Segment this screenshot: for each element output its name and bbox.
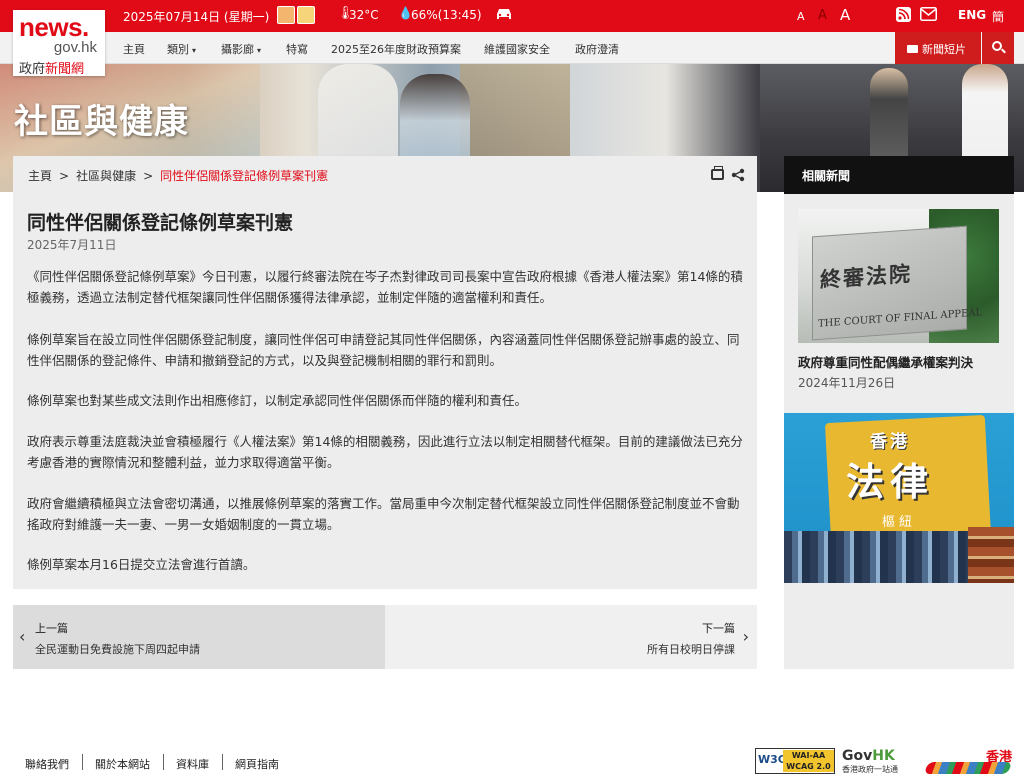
article-paragraph: 政府會繼續積極與立法會密切溝通，以推展條例草案的落實工作。當局重申今次制定替代框…	[27, 496, 740, 532]
breadcrumb-separator: >	[143, 169, 154, 183]
govhk-logo[interactable]: GovHK 香港政府一站通	[842, 748, 912, 774]
top-utility-bar: 2025年07月14日 (星期一) 🌡 32°C 💧 66%(13:45) A …	[0, 0, 1024, 32]
print-icon[interactable]	[711, 166, 724, 180]
article-paragraph: 《同性伴侶關係登記條例草案》今日刊憲，以履行終審法院在岑子杰對律政司司長案中宣告…	[27, 269, 743, 305]
nav-item-features[interactable]: 特寫	[286, 41, 308, 57]
related-news-image[interactable]: 終審法院 THE COURT OF FINAL APPEAL	[798, 209, 999, 343]
nav-item-gallery[interactable]: 攝影廊 ▾	[221, 41, 261, 57]
footer-divider	[222, 754, 223, 770]
banner-text-hongkong: 香港	[870, 432, 910, 452]
related-news-title[interactable]: 政府尊重同性配偶繼承權案判決	[798, 352, 973, 371]
article-date: 2025年7月11日	[27, 238, 117, 252]
footer-link-contact[interactable]: 聯絡我們	[25, 756, 69, 772]
temperature-value: 32°C	[349, 8, 379, 22]
site-logo[interactable]: news. gov.hk 政府新聞網	[13, 10, 105, 77]
rss-icon[interactable]	[896, 7, 911, 22]
article-paragraph: 條例草案旨在設立同性伴侶關係登記制度，讓同性伴侶可申請登記其同性伴侶關係，內容涵…	[27, 332, 740, 368]
previous-label: 上一篇	[35, 622, 68, 635]
law-books-illustration	[968, 527, 1014, 583]
footer-link-about[interactable]: 關於本網站	[95, 756, 150, 772]
footer-link-guide[interactable]: 網頁指南	[235, 756, 279, 772]
logo-text-chinese: 政府新聞網	[19, 62, 85, 77]
nav-item-label: 攝影廊	[221, 43, 254, 56]
next-article-link[interactable]: 下一篇 所有日校明日停課 ›	[385, 605, 757, 669]
breadcrumb-home[interactable]: 主頁	[28, 169, 52, 183]
related-news-sidebar: 相關新聞 終審法院 THE COURT OF FINAL APPEAL 政府尊重…	[784, 156, 1014, 669]
related-news-image[interactable]: 香港 法律 樞紐	[784, 413, 1014, 583]
article-panel: 主頁 > 社區與健康 > 同性伴侶關係登記條例草案刊憲 同性伴侶關係登記條例草案刊憲 2…	[13, 156, 757, 589]
main-navigation: 主頁 類別 ▾ 攝影廊 ▾ 特寫 2025至26年度財政預算案 維護國家安全 政府澄…	[0, 32, 1024, 64]
w3c-logo: W3C	[758, 753, 786, 766]
brand-hongkong-logo[interactable]: 香港	[922, 746, 1014, 776]
font-size-medium-button[interactable]: A	[818, 8, 827, 23]
breadcrumb-current[interactable]: 同性伴侶關係登記條例草案刊憲	[160, 169, 328, 183]
chevron-left-icon: ‹	[19, 627, 26, 646]
nav-item-national-security[interactable]: 維護國家安全	[484, 41, 550, 57]
traffic-car-icon[interactable]	[494, 7, 514, 21]
related-news-heading: 相關新聞	[784, 156, 1014, 194]
section-title: 社區與健康	[14, 102, 189, 142]
weather-warning-icon[interactable]	[297, 6, 315, 24]
font-size-small-button[interactable]: A	[797, 10, 805, 23]
news-clips-button[interactable]: 新聞短片	[895, 32, 981, 64]
chevron-down-icon: ▾	[257, 46, 262, 55]
footer-divider	[82, 754, 83, 770]
language-english-link[interactable]: ENG	[958, 8, 986, 22]
related-news-date: 2024年11月26日	[798, 376, 896, 390]
site-footer: 聯絡我們 關於本網站 資料庫 網頁指南 W3C WAI-AA WCAG 2.0 G…	[0, 740, 1024, 779]
chevron-right-icon: ›	[742, 627, 749, 646]
next-title: 所有日校明日停課	[647, 643, 735, 656]
wcag-badge[interactable]: W3C WAI-AA WCAG 2.0	[755, 748, 835, 774]
footer-divider	[163, 754, 164, 770]
nav-item-clarifications[interactable]: 政府澄清	[575, 41, 619, 57]
nav-item-categories[interactable]: 類別 ▾	[167, 41, 196, 57]
previous-article-link[interactable]: ‹ 上一篇 全民運動日免費設施下周四起申請	[13, 605, 385, 669]
breadcrumb-separator: >	[59, 169, 70, 183]
footer-link-database[interactable]: 資料庫	[176, 756, 209, 772]
search-button[interactable]	[982, 32, 1014, 64]
article-paragraph: 條例草案也對某些成文法則作出相應修訂，以制定承認同性伴侶關係而伴隨的權利和責任。	[27, 393, 528, 408]
breadcrumb-section[interactable]: 社區與健康	[76, 169, 136, 183]
humidity-value: 66%(13:45)	[411, 8, 482, 22]
article-paragraph: 政府表示尊重法庭裁決並會積極履行《人權法案》第14條的相關義務，因此進行立法以制…	[27, 434, 743, 470]
language-simplified-link[interactable]: 簡	[992, 8, 1004, 25]
article-title: 同性伴侶關係登記條例草案刊憲	[27, 212, 294, 234]
previous-title: 全民運動日免費設施下周四起申請	[35, 643, 200, 656]
article-pager: ‹ 上一篇 全民運動日免費設施下周四起申請 下一篇 所有日校明日停課 ›	[13, 605, 757, 669]
banner-text-law: 法律	[846, 460, 935, 504]
breadcrumb: 主頁 > 社區與健康 > 同性伴侶關係登記條例草案刊憲	[28, 167, 328, 184]
chevron-down-icon: ▾	[192, 46, 197, 55]
font-size-large-button[interactable]: A	[840, 6, 850, 24]
share-icon[interactable]	[731, 168, 745, 182]
weather-sunny-icon[interactable]	[277, 6, 295, 24]
logo-text-domain: gov.hk	[53, 39, 97, 56]
news-clips-label: 新聞短片	[922, 43, 966, 56]
video-camera-icon	[907, 45, 918, 53]
nav-item-home[interactable]: 主頁	[123, 41, 145, 57]
article-paragraph: 條例草案本月16日提交立法會進行首讀。	[27, 557, 256, 572]
next-label: 下一篇	[702, 622, 735, 635]
nav-item-budget[interactable]: 2025至26年度財政預算案	[331, 41, 461, 57]
banner-text-hub: 樞紐	[882, 515, 917, 530]
current-date: 2025年07月14日 (星期一)	[123, 10, 270, 24]
mail-icon[interactable]	[920, 7, 937, 21]
nav-item-label: 類別	[167, 43, 189, 56]
